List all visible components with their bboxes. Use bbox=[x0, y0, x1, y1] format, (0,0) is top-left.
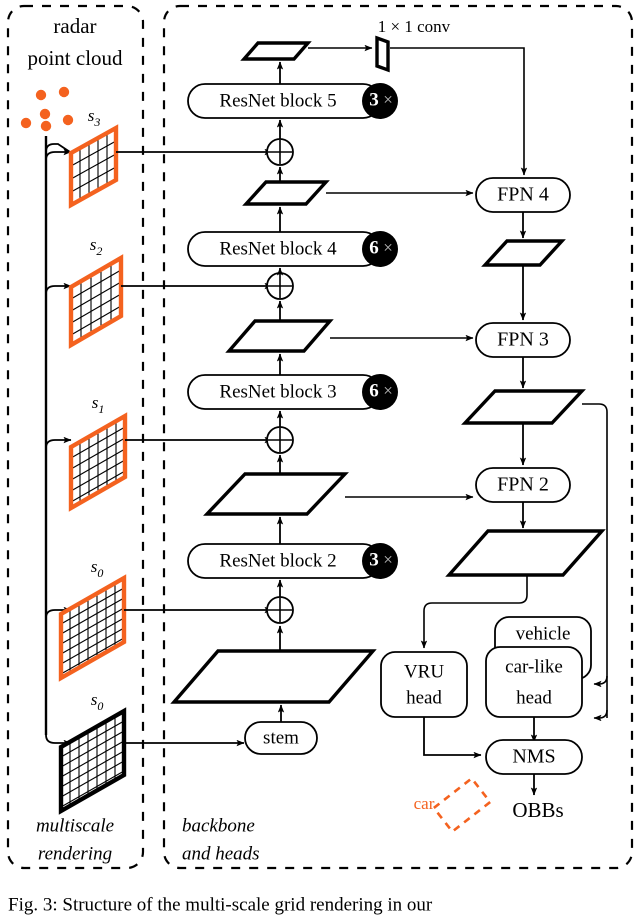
resnet-block-5-times: × bbox=[383, 90, 393, 109]
radar-point bbox=[20, 117, 32, 129]
arrow-vru-to-nms bbox=[423, 717, 482, 759]
right-panel-footer-line2: and heads bbox=[182, 843, 260, 864]
feature-map-c2 bbox=[203, 472, 349, 516]
resnet-block-3-label: ResNet block 3 bbox=[219, 381, 336, 402]
resnet-block-3[interactable]: ResNet block 3 6 × bbox=[187, 374, 398, 410]
resnet-block-2-repeat: 3 bbox=[369, 549, 379, 570]
resnet-block-2[interactable]: ResNet block 2 3 × bbox=[187, 543, 398, 579]
sum-node-1 bbox=[266, 596, 294, 624]
resnet-block-2-times: × bbox=[383, 550, 393, 569]
nms-label: NMS bbox=[512, 746, 555, 768]
feature-map-stem-out bbox=[170, 649, 377, 704]
right-panel-border bbox=[162, 4, 634, 870]
left-panel-footer-line1: multiscale bbox=[36, 815, 114, 836]
grid-s2-frame bbox=[68, 254, 124, 349]
arrow-p3-to-carlike-head bbox=[593, 709, 608, 722]
radar-point-cloud bbox=[20, 86, 74, 132]
sum-node-3 bbox=[266, 272, 294, 300]
grid-s2: s2 bbox=[68, 235, 124, 349]
left-panel-title-line2: point cloud bbox=[27, 46, 123, 70]
resnet-block-5-label: ResNet block 5 bbox=[219, 90, 336, 111]
fpn-2[interactable]: FPN 2 bbox=[475, 467, 571, 503]
grid-s1-label: s1 bbox=[92, 393, 105, 416]
feature-map-p3 bbox=[461, 389, 586, 425]
vehicle-head-label: vehicle bbox=[516, 623, 571, 644]
resnet-block-4[interactable]: ResNet block 4 6 × bbox=[187, 231, 398, 267]
obb-example-rect bbox=[432, 776, 492, 834]
resnet-block-2-label: ResNet block 2 bbox=[219, 550, 336, 571]
resnet-block-3-repeat: 6 bbox=[369, 380, 379, 401]
grid-s1: s1 bbox=[68, 393, 128, 512]
fpn-4-label: FPN 4 bbox=[497, 184, 549, 206]
grid-s0-orange: s0 bbox=[58, 557, 127, 682]
radar-point bbox=[39, 108, 51, 120]
conv-1x1-icon bbox=[375, 35, 390, 73]
stem-label: stem bbox=[263, 727, 299, 748]
radar-point bbox=[35, 89, 47, 101]
nms-block[interactable]: NMS bbox=[485, 739, 583, 775]
car-like-head-label-line1: car-like bbox=[505, 656, 563, 677]
feature-map-p2 bbox=[445, 529, 606, 577]
resnet-block-5-repeat: 3 bbox=[369, 89, 379, 110]
resnet-block-5[interactable]: ResNet block 5 3 × bbox=[187, 83, 398, 119]
sum-node-4 bbox=[266, 138, 294, 166]
left-panel-footer-line2: rendering bbox=[38, 843, 112, 864]
feature-map-c4 bbox=[242, 180, 330, 206]
radar-point bbox=[40, 120, 52, 132]
grid-s2-label: s2 bbox=[90, 235, 103, 258]
fpn-3-label: FPN 3 bbox=[497, 329, 549, 351]
feature-map-p4 bbox=[481, 239, 566, 267]
feature-map-c5 bbox=[240, 41, 312, 61]
sum-node-2 bbox=[266, 426, 294, 454]
grid-s0-black: s0 bbox=[58, 690, 127, 815]
resnet-block-4-label: ResNet block 4 bbox=[219, 238, 337, 259]
feature-map-c3 bbox=[225, 319, 334, 353]
vru-head-label-line2: head bbox=[406, 687, 442, 708]
branch-arrows bbox=[45, 148, 72, 747]
grid-s0-orange-label: s0 bbox=[91, 557, 104, 580]
diagram-canvas: radar point cloud s3 s2 s1 s0 s0 multisc… bbox=[6, 4, 634, 915]
vru-head[interactable]: VRU head bbox=[380, 651, 468, 718]
vru-head-label-line1: VRU bbox=[404, 661, 444, 682]
grid-s3-label: s3 bbox=[88, 106, 101, 129]
arrow-p3-to-vehicle-head bbox=[593, 675, 608, 688]
conv-label: 1 × 1 conv bbox=[378, 17, 451, 36]
figure-root: radar point cloud s3 s2 s1 s0 s0 multisc… bbox=[0, 0, 640, 915]
right-panel-footer-line1: backbone bbox=[182, 815, 255, 836]
car-like-head[interactable]: car-like head bbox=[485, 646, 583, 718]
car-like-head-label-line2: head bbox=[516, 687, 552, 708]
left-panel-title-line1: radar bbox=[53, 14, 96, 38]
radar-point bbox=[58, 86, 70, 98]
fpn-2-label: FPN 2 bbox=[497, 474, 549, 496]
fpn-4[interactable]: FPN 4 bbox=[475, 177, 571, 213]
grid-s3: s3 bbox=[68, 106, 119, 209]
fpn-3[interactable]: FPN 3 bbox=[475, 322, 571, 358]
obb-example bbox=[432, 776, 492, 834]
branch-to-s3 bbox=[45, 143, 71, 153]
resnet-block-4-times: × bbox=[383, 238, 393, 257]
radar-point bbox=[62, 114, 74, 126]
obb-example-label: car bbox=[414, 794, 435, 813]
resnet-block-4-repeat: 6 bbox=[369, 237, 379, 258]
figure-caption: Fig. 3: Structure of the multi-scale gri… bbox=[8, 894, 433, 915]
grid-s0-black-label: s0 bbox=[91, 690, 104, 713]
stem-block[interactable]: stem bbox=[244, 721, 318, 755]
resnet-block-3-times: × bbox=[383, 381, 393, 400]
obbs-label: OBBs bbox=[512, 798, 563, 822]
